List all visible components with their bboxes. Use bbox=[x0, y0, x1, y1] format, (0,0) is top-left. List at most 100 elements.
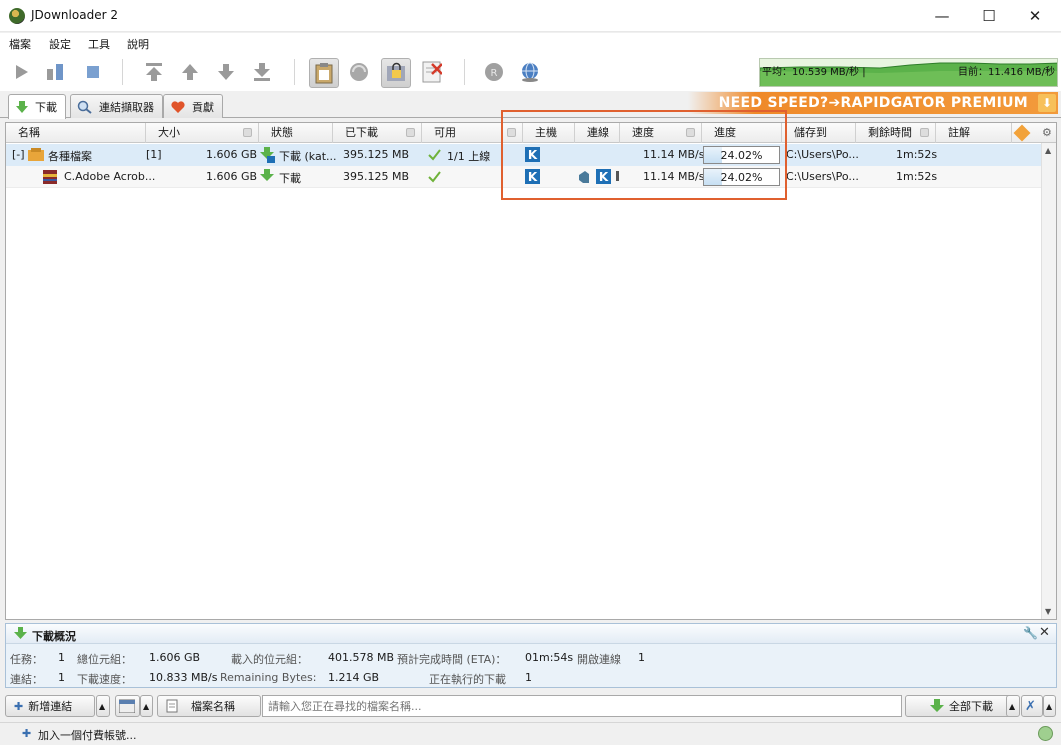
minimize-button[interactable]: — bbox=[919, 0, 965, 32]
premium-toggle[interactable] bbox=[381, 58, 411, 88]
menu-file[interactable]: 檔案 bbox=[9, 36, 31, 52]
add-links-button[interactable]: ✚ 新增連結 bbox=[5, 695, 95, 717]
column-header-comment[interactable]: 註解 bbox=[936, 123, 1012, 143]
plus-icon: ✚ bbox=[22, 727, 32, 740]
pause-downloads-button[interactable] bbox=[44, 61, 66, 83]
scroll-down-icon[interactable]: ▼ bbox=[1045, 607, 1051, 616]
scroll-up-icon[interactable]: ▲ bbox=[1045, 146, 1051, 155]
row-eta: 1m:52s bbox=[896, 148, 938, 161]
tab-linkgrabber[interactable]: 連結擷取器 bbox=[70, 94, 163, 118]
column-header-status[interactable]: 狀態 bbox=[259, 123, 333, 143]
title-bar: JDownloader 2 — ☐ ✕ bbox=[0, 0, 1061, 32]
wrench-icon[interactable]: 🔧 bbox=[1023, 626, 1038, 640]
window-title: JDownloader 2 bbox=[31, 8, 118, 22]
summary-links-label: 連結： bbox=[10, 673, 43, 686]
filter-type-select[interactable]: 檔案名稱 bbox=[157, 695, 261, 717]
clear-list-dropdown[interactable]: ▲ bbox=[140, 695, 153, 717]
download-arrow-icon bbox=[260, 169, 274, 181]
start-all-downloads-button[interactable]: 全部下載 bbox=[905, 695, 1018, 717]
speed-limit-button[interactable] bbox=[420, 61, 442, 83]
lock-icon bbox=[920, 128, 929, 137]
tools-icon: ✗ bbox=[1025, 698, 1036, 714]
column-header-name[interactable]: 名稱 bbox=[6, 123, 146, 143]
column-header-size[interactable]: 大小 bbox=[146, 123, 259, 143]
move-down-button[interactable] bbox=[215, 61, 237, 83]
clipboard-observer-toggle[interactable] bbox=[309, 58, 339, 88]
reconnect-now-button[interactable]: R bbox=[483, 61, 505, 83]
summary-tasks-label: 任務： bbox=[10, 653, 43, 666]
column-header-save-to[interactable]: 儲存到 bbox=[782, 123, 856, 143]
summary-running: 1 bbox=[525, 671, 532, 684]
column-settings-gear-icon[interactable]: ⚙ bbox=[1042, 126, 1052, 139]
row-name: C.Adobe Acrob... bbox=[64, 170, 156, 183]
auto-reconnect-button[interactable] bbox=[348, 61, 370, 83]
close-panel-icon[interactable]: ✕ bbox=[1039, 625, 1050, 640]
heart-icon bbox=[171, 100, 185, 113]
stop-downloads-button[interactable] bbox=[82, 61, 104, 83]
column-priority-icon[interactable] bbox=[1013, 124, 1031, 142]
speed-graph: 平均：10.539 MB/秒 | 目前：11.416 MB/秒 bbox=[759, 58, 1058, 87]
row-name: 各種檔案 bbox=[48, 150, 92, 163]
expand-toggle[interactable]: [-] bbox=[12, 148, 25, 161]
tab-label: 貢獻 bbox=[192, 100, 214, 114]
clipboard-icon bbox=[315, 63, 333, 84]
promo-text: NEED SPEED?➔RAPIDGATOR PREMIUM bbox=[718, 95, 1028, 111]
menu-help[interactable]: 說明 bbox=[127, 36, 149, 52]
add-links-dropdown[interactable]: ▲ bbox=[96, 695, 110, 717]
tab-downloads[interactable]: 下載 bbox=[8, 94, 66, 119]
plus-icon: ✚ bbox=[14, 699, 24, 713]
column-label: 剩餘時間 bbox=[868, 126, 912, 139]
vertical-scrollbar[interactable]: ▲ ▼ bbox=[1041, 143, 1056, 619]
move-top-icon bbox=[146, 63, 162, 81]
move-up-button[interactable] bbox=[179, 61, 201, 83]
stop-icon bbox=[87, 66, 99, 78]
arrow-up-icon: ▲ bbox=[143, 701, 150, 711]
move-to-bottom-button[interactable] bbox=[251, 61, 273, 83]
clear-list-button[interactable] bbox=[115, 695, 140, 717]
summary-header: 下載概況 🔧 ✕ bbox=[6, 624, 1056, 644]
start-all-label: 全部下載 bbox=[949, 700, 993, 713]
close-button[interactable]: ✕ bbox=[1012, 0, 1058, 32]
maximize-button[interactable]: ☐ bbox=[966, 0, 1012, 32]
toolbar-separator bbox=[294, 59, 295, 85]
move-down-icon bbox=[218, 64, 234, 80]
add-premium-account-link[interactable]: 加入一個付費帳號... bbox=[38, 727, 137, 743]
menu-settings[interactable]: 設定 bbox=[49, 36, 71, 52]
search-input[interactable] bbox=[262, 695, 902, 717]
column-header-downloaded[interactable]: 已下載 bbox=[333, 123, 422, 143]
summary-running-label: 正在執行的下載 bbox=[429, 673, 506, 686]
start-downloads-button[interactable] bbox=[10, 61, 32, 83]
average-speed-label: 平均：10.539 MB/秒 | bbox=[762, 67, 866, 78]
summary-total-label: 總位元組： bbox=[77, 653, 132, 666]
online-check-icon bbox=[428, 149, 441, 161]
row-count: [1] bbox=[146, 148, 162, 161]
summary-total: 1.606 GB bbox=[149, 651, 201, 664]
highlight-annotation-box bbox=[501, 110, 787, 200]
file-icon bbox=[166, 699, 178, 713]
settings-tools-button[interactable]: ✗ bbox=[1021, 695, 1043, 717]
move-to-top-button[interactable] bbox=[143, 61, 165, 83]
summary-open-connections: 1 bbox=[638, 651, 645, 664]
toolbar-separator bbox=[464, 59, 465, 85]
start-all-dropdown[interactable]: ▲ bbox=[1006, 695, 1020, 717]
column-header-eta[interactable]: 剩餘時間 bbox=[856, 123, 936, 143]
download-summary-panel: 下載概況 🔧 ✕ 任務： 1 總位元組： 1.606 GB 載入的位元組： 40… bbox=[5, 623, 1057, 688]
settings-dropdown[interactable]: ▲ bbox=[1043, 695, 1056, 717]
summary-title: 下載概況 bbox=[32, 630, 76, 643]
status-indicator-icon[interactable] bbox=[1038, 726, 1053, 741]
column-label: 可用 bbox=[434, 126, 456, 139]
summary-remaining-label: Remaining Bytes: bbox=[220, 671, 317, 684]
lock-icon bbox=[243, 128, 252, 137]
download-arrow-icon bbox=[930, 699, 944, 712]
summary-loaded: 401.578 MB bbox=[328, 651, 395, 664]
summary-loaded-label: 載入的位元組： bbox=[231, 653, 308, 666]
online-check-icon bbox=[428, 171, 441, 183]
menu-tools[interactable]: 工具 bbox=[88, 36, 110, 52]
row-save-to: C:\Users\Po... bbox=[786, 148, 859, 161]
update-button[interactable] bbox=[519, 61, 541, 83]
svg-text:R: R bbox=[491, 68, 498, 79]
download-arrow-icon bbox=[14, 627, 27, 639]
tab-donate[interactable]: 貢獻 bbox=[163, 94, 223, 118]
globe-update-icon bbox=[522, 62, 538, 82]
bottom-bar: ✚ 新增連結 ▲ ▲ 檔案名稱 全部下載 ▲ ✗ ▲ bbox=[0, 692, 1061, 720]
